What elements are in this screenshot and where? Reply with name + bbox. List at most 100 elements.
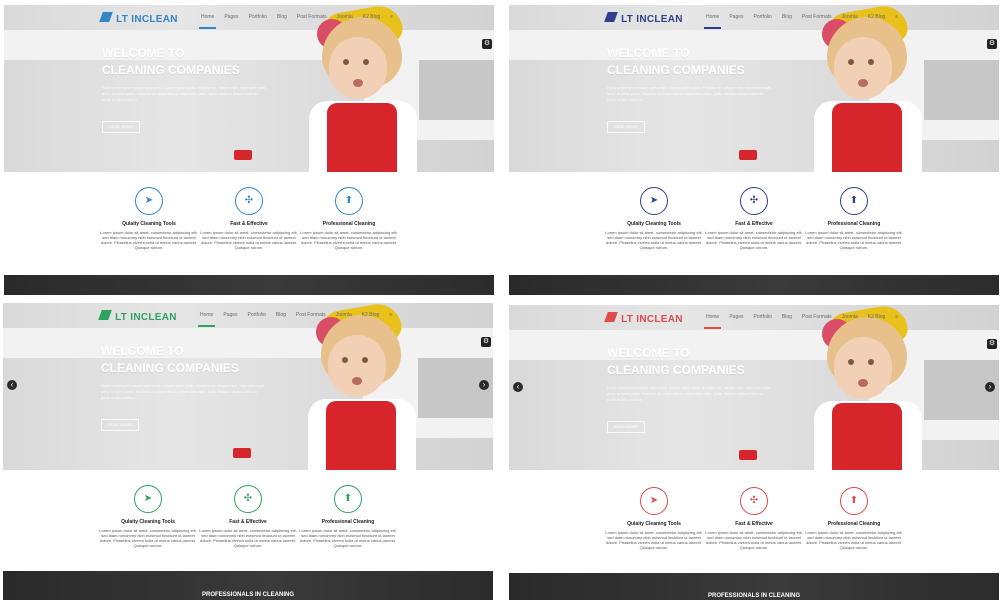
broom-icon: ✣	[235, 187, 263, 215]
nav-item-5[interactable]: Joomla	[842, 314, 858, 323]
feature-title: Fast & Effective	[230, 221, 268, 227]
nav-item-6[interactable]: K2 Blog	[868, 14, 886, 23]
feature-item: ➤ Qulaity Cleaning Tools Lorem ipsum dol…	[100, 187, 198, 250]
nav-item-3[interactable]: Blog	[782, 314, 792, 323]
hero-title: WELCOME TO CLEANING COMPANIES	[102, 45, 240, 79]
nav-item-6[interactable]: K2 Blog	[363, 14, 381, 23]
logo-mark-icon	[99, 12, 113, 22]
feature-item: ⬆ Professional Cleaning Lorem ipsum dolo…	[805, 187, 903, 250]
nav-menu-icon[interactable]: ≡	[389, 312, 392, 321]
logo-mark-icon	[604, 312, 618, 322]
logo-mark-icon	[604, 12, 618, 22]
logo-name: INCLEAN	[131, 14, 178, 25]
carousel-next-arrow-icon[interactable]: ›	[985, 382, 995, 392]
site-logo[interactable]: LT INCLEAN	[99, 12, 178, 25]
feature-description: Lorem ipsum dolor sit amet, consectetur …	[805, 230, 903, 250]
child-illustration	[308, 303, 448, 470]
red-apron	[832, 103, 902, 172]
nav-item-0[interactable]: Home	[703, 14, 722, 29]
nav-item-4[interactable]: Post Formats	[802, 314, 832, 323]
feature-title: Professional Cleaning	[321, 519, 375, 525]
feature-title: Fast & Effective	[735, 221, 773, 227]
nav-item-3[interactable]: Blog	[782, 14, 792, 23]
feature-item: ⬆ Professional Cleaning Lorem ipsum dolo…	[805, 487, 903, 550]
nav-item-6[interactable]: K2 Blog	[362, 312, 380, 321]
nav-menu-icon[interactable]: ≡	[895, 14, 898, 23]
nav-item-1[interactable]: Pages	[729, 14, 743, 23]
nav-item-2[interactable]: Portfolio	[248, 312, 266, 321]
read-more-button[interactable]: READ MORE	[102, 121, 140, 133]
paper-plane-icon: ➤	[640, 487, 668, 515]
hero-subtitle: Nulla consequat massa quis enim. Donec p…	[101, 383, 266, 400]
read-more-button[interactable]: READ MORE	[101, 419, 139, 431]
logo-name: INCLEAN	[636, 314, 683, 325]
nav-item-2[interactable]: Portfolio	[754, 314, 772, 323]
nav-item-5[interactable]: Joomla	[337, 14, 353, 23]
gear-icon[interactable]: ⚙	[987, 39, 997, 49]
hero-title-line-2: CLEANING COMPANIES	[102, 63, 240, 77]
nav-item-2[interactable]: Portfolio	[249, 14, 267, 23]
nav-item-3[interactable]: Blog	[276, 312, 286, 321]
spray-bottle-icon: ⬆	[335, 187, 363, 215]
features-section: ➤ Qulaity Cleaning Tools Lorem ipsum dol…	[509, 487, 999, 577]
feature-description: Lorem ipsum dolor sit amet, consectetur …	[805, 530, 903, 550]
hero-subtitle: Nulla consequat massa quis enim. Donec p…	[607, 385, 772, 402]
nav-item-4[interactable]: Post Formats	[296, 312, 326, 321]
nav-item-4[interactable]: Post Formats	[802, 14, 832, 23]
feature-description: Lorem ipsum dolor sit amet, consectetur …	[299, 528, 397, 548]
spray-bottle-icon: ⬆	[840, 187, 868, 215]
logo-lt: LT	[116, 14, 129, 25]
paper-plane-icon: ➤	[135, 187, 163, 215]
nav-item-2[interactable]: Portfolio	[754, 14, 772, 23]
nav-item-5[interactable]: Joomla	[842, 14, 858, 23]
template-preview-1: LT INCLEAN Home Pages Portfolio Blog Pos…	[4, 5, 494, 295]
nav-item-4[interactable]: Post Formats	[297, 14, 327, 23]
nav-item-0[interactable]: Home	[703, 314, 722, 329]
carousel-prev-arrow-icon[interactable]: ‹	[7, 380, 17, 390]
gear-icon[interactable]: ⚙	[482, 39, 492, 49]
spray-bottle-icon: ⬆	[840, 487, 868, 515]
features-section: ➤ Qulaity Cleaning Tools Lorem ipsum dol…	[4, 187, 494, 277]
site-logo[interactable]: LT INCLEAN	[604, 312, 683, 325]
site-logo[interactable]: LT INCLEAN	[604, 12, 683, 25]
hero-title-line-1: WELCOME TO	[101, 344, 184, 358]
hero-title: WELCOME TO CLEANING COMPANIES	[607, 345, 745, 379]
nav-item-1[interactable]: Pages	[223, 312, 237, 321]
feature-description: Lorem ipsum dolor sit amet, consectetur …	[99, 528, 197, 548]
hero-title-line-2: CLEANING COMPANIES	[607, 63, 745, 77]
feature-item: ⬆ Professional Cleaning Lorem ipsum dolo…	[299, 485, 397, 548]
red-cleaning-tool	[234, 150, 252, 160]
broom-icon: ✣	[740, 487, 768, 515]
nav-item-6[interactable]: K2 Blog	[868, 314, 886, 323]
hero-title-line-1: WELCOME TO	[607, 346, 690, 360]
gear-icon[interactable]: ⚙	[987, 339, 997, 349]
hero-section: LT INCLEAN Home Pages Portfolio Blog Pos…	[509, 5, 999, 172]
feature-description: Lorem ipsum dolor sit amet, consectetur …	[705, 230, 803, 250]
red-cleaning-tool	[739, 450, 757, 460]
carousel-next-arrow-icon[interactable]: ›	[479, 380, 489, 390]
features-section: ➤ Qulaity Cleaning Tools Lorem ipsum dol…	[3, 485, 493, 575]
template-preview-3: LT INCLEAN Home Pages Portfolio Blog Pos…	[3, 303, 493, 600]
nav-item-0[interactable]: Home	[197, 312, 216, 327]
nav-item-3[interactable]: Blog	[277, 14, 287, 23]
feature-description: Lorem ipsum dolor sit amet, consectetur …	[199, 528, 297, 548]
nav-item-1[interactable]: Pages	[224, 14, 238, 23]
site-logo[interactable]: LT INCLEAN	[98, 310, 177, 323]
feature-description: Lorem ipsum dolor sit amet, consectetur …	[605, 530, 703, 550]
hero-title-line-1: WELCOME TO	[607, 46, 690, 60]
read-more-button[interactable]: READ MORE	[607, 121, 645, 133]
nav-menu-icon[interactable]: ≡	[895, 314, 898, 323]
dark-strip	[4, 275, 494, 295]
nav-item-1[interactable]: Pages	[729, 314, 743, 323]
nav-item-5[interactable]: Joomla	[336, 312, 352, 321]
feature-item: ✣ Fast & Effective Lorem ipsum dolor sit…	[200, 187, 298, 250]
carousel-prev-arrow-icon[interactable]: ‹	[513, 382, 523, 392]
feature-title: Professional Cleaning	[827, 521, 881, 527]
nav-menu-icon[interactable]: ≡	[390, 14, 393, 23]
gear-icon[interactable]: ⚙	[481, 337, 491, 347]
read-more-button[interactable]: READ MORE	[607, 421, 645, 433]
logo-lt: LT	[621, 314, 634, 325]
nav-item-0[interactable]: Home	[198, 14, 217, 29]
main-nav: Home Pages Portfolio Blog Post Formats J…	[703, 14, 898, 29]
feature-item: ➤ Qulaity Cleaning Tools Lorem ipsum dol…	[605, 487, 703, 550]
